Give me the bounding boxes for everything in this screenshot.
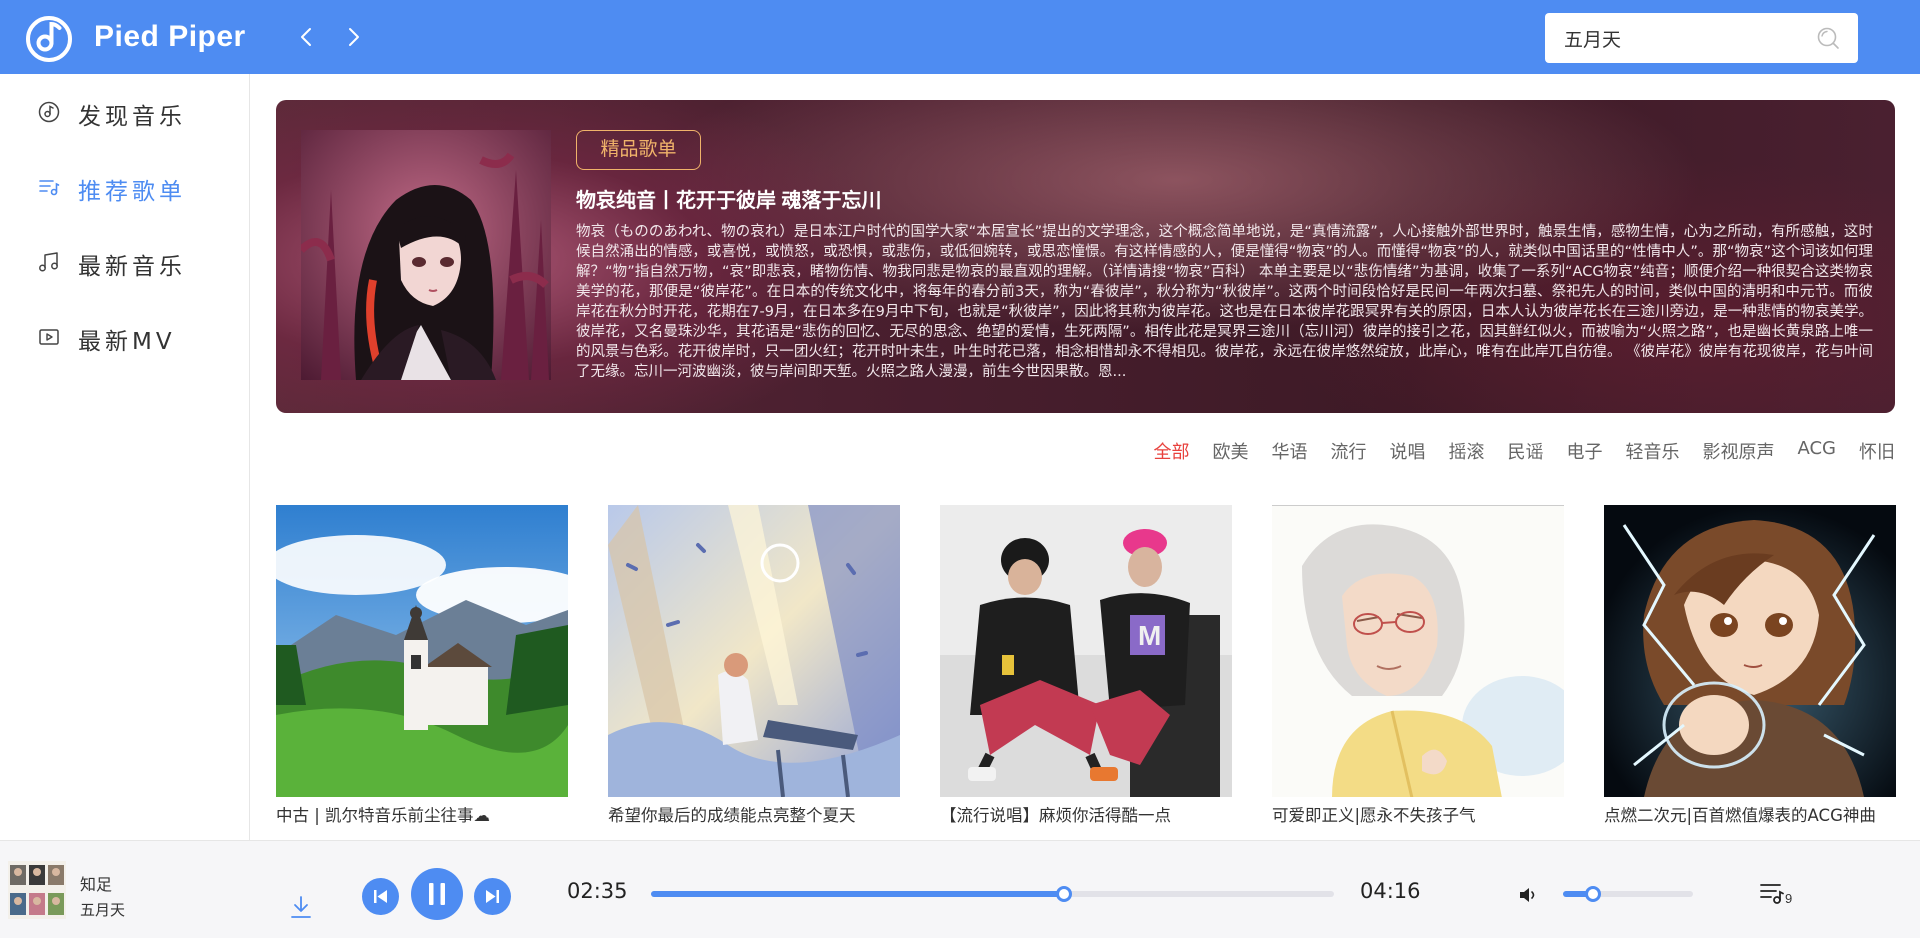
banner-cover-image[interactable] (301, 130, 551, 380)
sidebar-item-label: 推荐歌单 (78, 179, 186, 205)
playlist-title[interactable]: 【流行说唱】麻烦你活得酷一点 (940, 802, 1232, 826)
sidebar-item-label: 最新MV (78, 329, 176, 355)
sidebar-item-label: 最新音乐 (78, 254, 186, 280)
playlist-cover-image[interactable] (276, 505, 568, 797)
category-tab[interactable]: 轻音乐 (1625, 438, 1679, 464)
featured-playlist-banner[interactable]: 精品歌单 物哀纯音丨花开于彼岸 魂落于忘川 物哀（もののあわれ、物の哀れ）是日本… (276, 100, 1895, 413)
banner-title[interactable]: 物哀纯音丨花开于彼岸 魂落于忘川 (576, 184, 882, 213)
current-time: 02:35 (567, 879, 628, 903)
volume-handle[interactable] (1584, 886, 1601, 902)
logo-icon (26, 16, 72, 62)
playlist-cover-image[interactable] (1272, 505, 1564, 797)
svg-text:M: M (1138, 620, 1161, 651)
progress-fill (651, 891, 1065, 897)
total-time: 04:16 (1360, 879, 1421, 903)
premium-playlist-tag[interactable]: 精品歌单 (576, 130, 701, 170)
skip-previous-icon (374, 890, 387, 903)
now-playing-artist[interactable]: 五月天 (80, 899, 125, 920)
playlist-card[interactable]: 点燃二次元|百首燃值爆表的ACG神曲 (1604, 505, 1896, 826)
sidebar-item-label: 发现音乐 (78, 104, 186, 130)
volume-icon[interactable] (1517, 884, 1539, 906)
category-tabs: 全部 欧美 华语 流行 说唱 摇滚 民谣 电子 轻音乐 影视原声 ACG 怀旧 (1130, 438, 1895, 464)
back-arrow-icon[interactable] (294, 24, 320, 50)
now-playing-song-name[interactable]: 知足 (80, 871, 112, 895)
sidebar-item-discover-music[interactable]: 发现音乐 (0, 82, 249, 142)
category-tab[interactable]: 民谣 (1507, 438, 1543, 464)
progress-slider[interactable] (651, 886, 1334, 902)
playlist-cover-image[interactable]: M (940, 505, 1232, 797)
search-input[interactable] (1545, 13, 1805, 63)
category-tab[interactable]: 全部 (1153, 438, 1189, 464)
forward-arrow-icon[interactable] (340, 24, 366, 50)
category-tab[interactable]: 华语 (1271, 438, 1307, 464)
category-tab[interactable]: 流行 (1330, 438, 1366, 464)
download-icon[interactable] (289, 894, 313, 920)
progress-handle[interactable] (1056, 886, 1073, 902)
video-icon (39, 329, 59, 345)
player-bar: 知足 五月天 02:35 04:16 9 (0, 840, 1920, 938)
previous-track-button[interactable] (362, 878, 399, 915)
playlist-card[interactable]: 希望你最后的成绩能点亮整个夏天 (608, 505, 900, 826)
pause-icon (429, 883, 445, 905)
sidebar-item-new-mv[interactable]: 最新MV (0, 307, 249, 367)
top-header: Pied Piper (0, 0, 1920, 74)
sidebar-item-new-music[interactable]: 最新音乐 (0, 232, 249, 292)
queue-count: 9 (1785, 891, 1793, 906)
playlist-icon (39, 180, 60, 196)
playlist-title[interactable]: 可爱即正义|愿永不失孩子气 (1272, 802, 1564, 826)
next-track-button[interactable] (474, 878, 511, 915)
category-tab[interactable]: 摇滚 (1448, 438, 1484, 464)
volume-slider[interactable] (1563, 886, 1693, 902)
category-tab[interactable]: 电子 (1566, 438, 1602, 464)
playlist-title[interactable]: 希望你最后的成绩能点亮整个夏天 (608, 802, 900, 826)
sidebar: 发现音乐 推荐歌单 最新音乐 最新MV (0, 74, 250, 840)
music-note-icon (39, 252, 58, 272)
category-tab[interactable]: 说唱 (1389, 438, 1425, 464)
playlist-card[interactable]: 中古 | 凯尔特音乐前尘往事☁ (276, 505, 568, 826)
music-disc-icon (38, 101, 60, 123)
playlist-cover-image[interactable] (1604, 505, 1896, 797)
category-tab[interactable]: ACG (1797, 438, 1836, 464)
app-title: Pied Piper (94, 20, 246, 53)
playlist-title[interactable]: 点燃二次元|百首燃值爆表的ACG神曲 (1604, 802, 1896, 826)
pause-button[interactable] (411, 868, 463, 920)
skip-next-icon (486, 890, 499, 903)
category-tab[interactable]: 欧美 (1212, 438, 1248, 464)
playlist-card[interactable]: 可爱即正义|愿永不失孩子气 (1272, 505, 1564, 826)
sidebar-item-recommended-playlists[interactable]: 推荐歌单 (0, 157, 249, 217)
search-box (1545, 13, 1858, 63)
playlist-queue-icon[interactable] (1758, 879, 1786, 907)
category-tab[interactable]: 怀旧 (1859, 438, 1895, 464)
playlist-cover-image[interactable] (608, 505, 900, 797)
now-playing-cover-image[interactable] (8, 861, 66, 919)
search-icon[interactable] (1816, 26, 1840, 50)
playlist-card[interactable]: M 【流行说唱】麻烦你活得酷一点 (940, 505, 1232, 826)
category-tab[interactable]: 影视原声 (1702, 438, 1774, 464)
playlist-title[interactable]: 中古 | 凯尔特音乐前尘往事☁ (276, 802, 568, 826)
banner-description: 物哀（もののあわれ、物の哀れ）是日本江户时代的国学大家“本居宣长”提出的文学理念… (576, 224, 1873, 380)
